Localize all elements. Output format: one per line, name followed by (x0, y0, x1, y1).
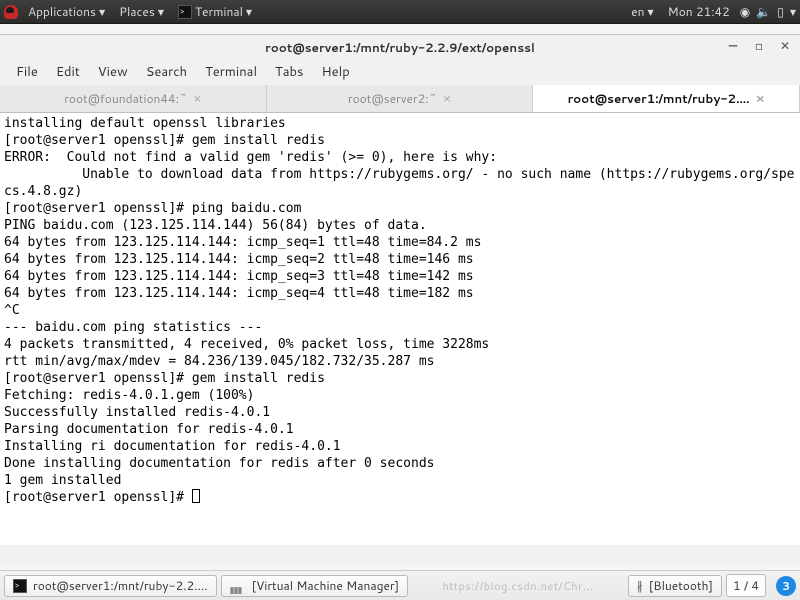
task-label: root@server1:/mnt/ruby-2.2.... (33, 577, 208, 594)
applications-label: Applications (28, 3, 96, 20)
menu-tabs[interactable]: Tabs (267, 61, 311, 83)
menubar: File Edit View Search Terminal Tabs Help (0, 59, 800, 85)
tab-foundation44[interactable]: root@foundation44:~ × (0, 85, 267, 112)
notification-badge[interactable]: 3 (776, 576, 796, 596)
menu-search[interactable]: Search (138, 61, 195, 83)
chevron-down-icon: ▼ (158, 6, 164, 18)
maximize-button[interactable]: ▫ (752, 38, 766, 52)
keyboard-layout[interactable]: en ▼ (627, 3, 658, 20)
tab-server2[interactable]: root@server2:~ × (267, 85, 534, 112)
chevron-down-icon[interactable]: ▼ (790, 6, 796, 18)
window-titlebar[interactable]: root@server1:/mnt/ruby-2.2.9/ext/openssl… (0, 35, 800, 59)
bluetooth-icon: ∦ (637, 577, 643, 594)
menu-file[interactable]: File (8, 61, 46, 83)
menu-edit[interactable]: Edit (48, 61, 88, 83)
clock[interactable]: Mon 21:42 (664, 3, 734, 20)
places-label: Places (119, 3, 155, 20)
window-buttons: — ▫ ✕ (726, 38, 792, 52)
watermark-text: https://blog.csdn.net/Chr... (412, 578, 624, 594)
terminal-output[interactable]: installing default openssl libraries [ro… (0, 113, 800, 545)
task-bluetooth[interactable]: ∦ [Bluetooth] (628, 575, 722, 597)
clock-label: Mon 21:42 (668, 3, 730, 20)
terminal-icon (178, 5, 192, 19)
menu-view[interactable]: View (90, 61, 136, 83)
task-vmm[interactable]: [Virtual Machine Manager] (221, 575, 409, 597)
panel-left: Applications ▼ Places ▼ Terminal ▼ (4, 3, 256, 20)
launcher-terminal[interactable]: Terminal ▼ (174, 3, 256, 20)
menu-help[interactable]: Help (313, 61, 357, 83)
top-panel: Applications ▼ Places ▼ Terminal ▼ en ▼ … (0, 0, 800, 24)
badge-count: 3 (782, 578, 790, 594)
battery-icon[interactable]: ▯ (777, 3, 784, 20)
window-title: root@server1:/mnt/ruby-2.2.9/ext/openssl (265, 39, 535, 56)
distro-logo-icon[interactable] (4, 5, 18, 19)
tab-label: root@foundation44:~ (64, 90, 187, 107)
volume-icon[interactable]: 🔈 (756, 3, 771, 20)
close-icon[interactable]: × (755, 90, 764, 108)
terminal-cursor (192, 489, 200, 503)
tab-label: root@server1:/mnt/ruby-2.... (568, 90, 750, 107)
close-icon[interactable]: × (193, 90, 201, 108)
tab-server1[interactable]: root@server1:/mnt/ruby-2.... × (533, 85, 800, 112)
places-menu[interactable]: Places ▼ (115, 3, 168, 20)
lang-label: en (631, 3, 644, 20)
chevron-down-icon: ▼ (648, 6, 654, 18)
network-icon[interactable]: ◉ (740, 3, 750, 20)
close-icon[interactable]: × (443, 90, 451, 108)
task-label: [Virtual Machine Manager] (252, 577, 400, 594)
applications-menu[interactable]: Applications ▼ (24, 3, 109, 20)
task-label: [Bluetooth] (649, 577, 713, 594)
launcher-label: Terminal (195, 3, 243, 20)
menu-terminal[interactable]: Terminal (197, 61, 265, 83)
chevron-down-icon: ▼ (246, 6, 252, 18)
panel-right: en ▼ Mon 21:42 ◉ 🔈 ▯ ▼ (627, 3, 796, 20)
tab-label: root@server2:~ (348, 90, 437, 107)
workspace-label: 1 / 4 (733, 577, 759, 594)
tabbar: root@foundation44:~ × root@server2:~ × r… (0, 85, 800, 113)
close-button[interactable]: ✕ (778, 38, 792, 52)
vmm-icon (230, 580, 246, 592)
workspace-indicator[interactable]: 1 / 4 (726, 574, 766, 597)
task-terminal[interactable]: root@server1:/mnt/ruby-2.2.... (4, 575, 217, 597)
terminal-window: root@server1:/mnt/ruby-2.2.9/ext/openssl… (0, 34, 800, 566)
minimize-button[interactable]: — (726, 38, 740, 52)
terminal-icon (13, 579, 27, 593)
taskbar: root@server1:/mnt/ruby-2.2.... [Virtual … (0, 570, 800, 600)
chevron-down-icon: ▼ (99, 6, 105, 18)
